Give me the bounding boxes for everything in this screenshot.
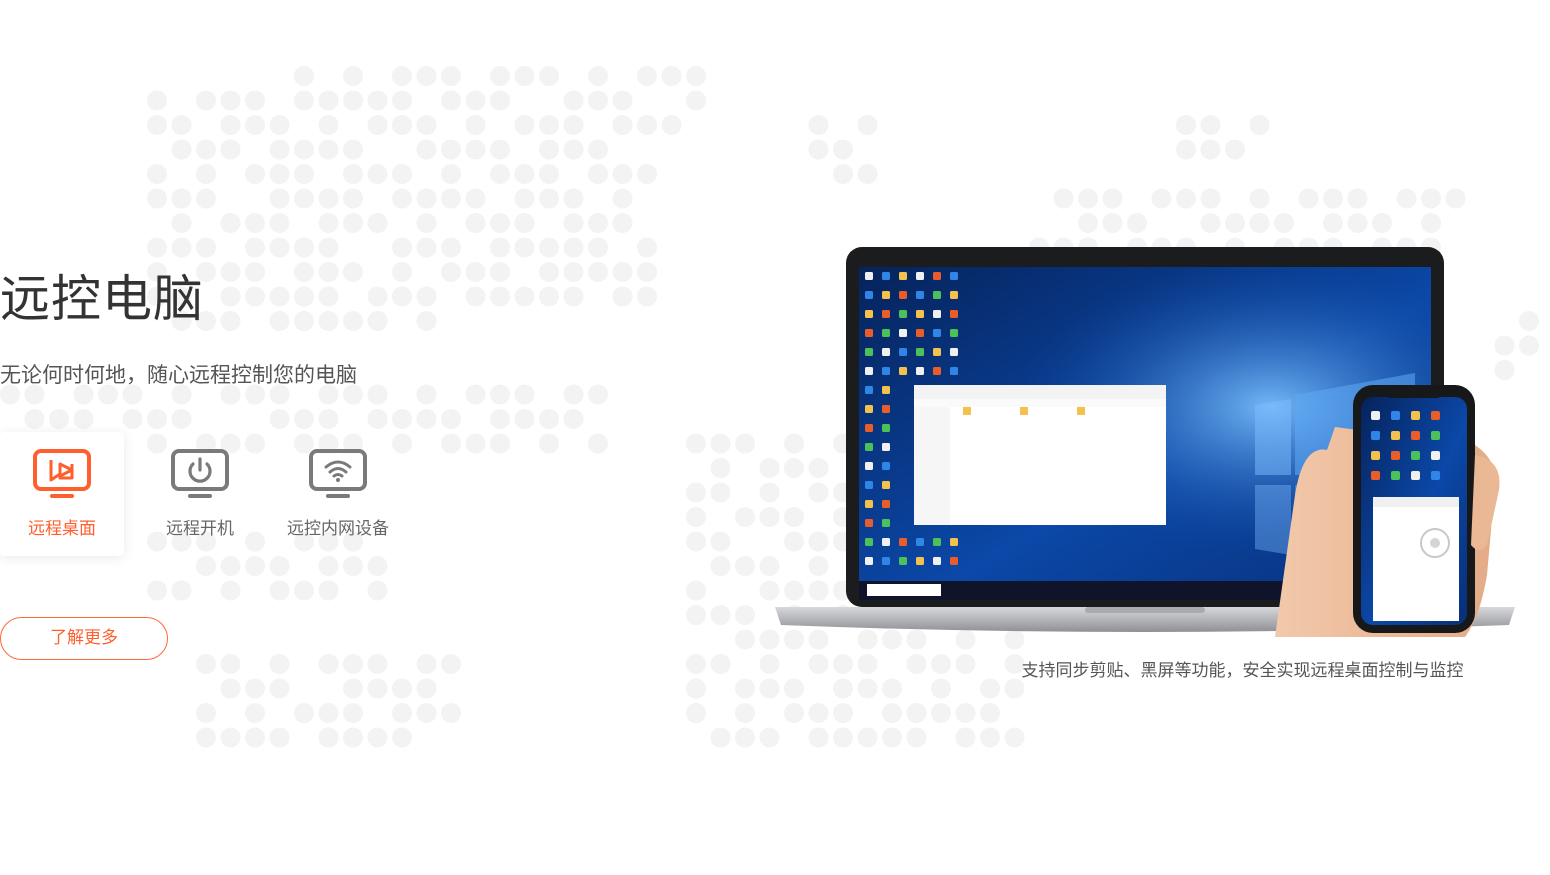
- feature-remote-desktop[interactable]: 远程桌面: [0, 432, 124, 556]
- page-title: 远控电脑: [0, 270, 204, 328]
- device-illustration: [775, 247, 1515, 637]
- learn-more-button[interactable]: 了解更多: [0, 617, 168, 660]
- lan-device-icon: [309, 449, 367, 498]
- power-on-icon: [171, 449, 229, 498]
- feature-label: 远控内网设备: [287, 519, 389, 539]
- feature-power-on[interactable]: 远程开机: [138, 432, 262, 556]
- feature-lan-device[interactable]: 远控内网设备: [276, 432, 400, 556]
- showcase-caption: 支持同步剪贴、黑屏等功能，安全实现远程桌面控制与监控: [1021, 661, 1464, 681]
- remote-desktop-icon: [33, 449, 91, 498]
- page-subtitle: 无论何时何地，随心远程控制您的电脑: [0, 363, 357, 387]
- showcase-caption-wrap: 支持同步剪贴、黑屏等功能，安全实现远程桌面控制与监控: [775, 659, 1550, 683]
